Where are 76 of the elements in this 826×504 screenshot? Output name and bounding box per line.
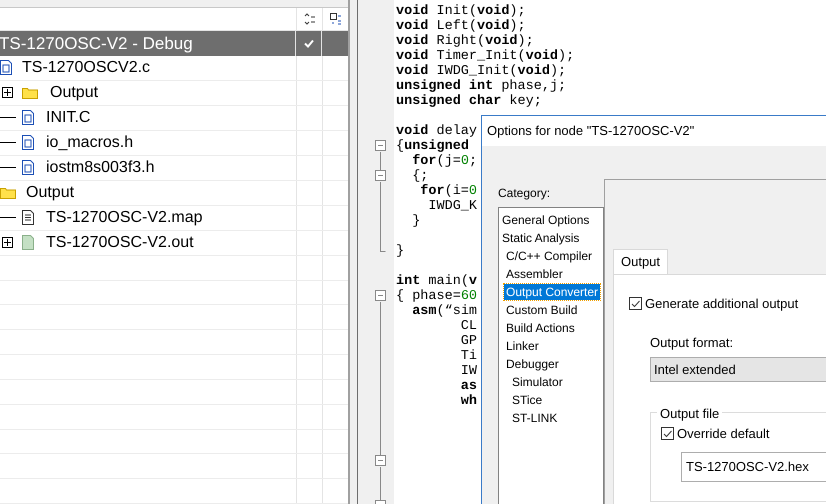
tree-item[interactable]: Output <box>26 180 74 205</box>
checkbox[interactable] <box>661 427 674 440</box>
format-dropdown[interactable]: Intel extended <box>650 357 826 382</box>
code-line: wh <box>460 394 478 409</box>
checkbox-label: Generate additional output <box>645 295 798 313</box>
tree-connector <box>0 117 16 118</box>
code-line: { phase=60 <box>395 289 478 304</box>
binary-file-icon <box>22 235 34 250</box>
dialog-title: Options for node "TS-1270OSC-V2" <box>487 122 694 140</box>
fold-guide-line <box>380 182 386 252</box>
source-file-icon <box>22 135 34 150</box>
code-line: {; <box>411 169 428 184</box>
expand-toggle[interactable] <box>2 87 13 98</box>
checkbox[interactable] <box>629 297 642 310</box>
tree-item[interactable]: INIT.C <box>46 106 90 130</box>
collapse-toggle[interactable] <box>375 290 386 301</box>
tree-connector <box>0 142 16 144</box>
options-icon[interactable] <box>330 12 342 25</box>
output-file-field[interactable]: TS-1270OSC-V2.hex <box>681 452 826 482</box>
fold-guide-line <box>380 467 381 500</box>
code-line: asm(“sim <box>411 304 478 319</box>
code-line: void Right(void); <box>395 34 534 49</box>
tree-connector <box>0 217 16 218</box>
code-line: void Timer_Init(void); <box>395 49 574 64</box>
field-label: Output format: <box>650 334 734 352</box>
code-line: void Init(void); <box>395 4 526 19</box>
tree-item[interactable]: TS-1270OSC-V2.out <box>46 230 194 255</box>
collapse-toggle[interactable] <box>375 170 386 181</box>
code-line: for(j=0; <box>411 154 478 169</box>
tree-item[interactable]: TS-1270OSCV2.c <box>22 56 150 80</box>
code-line: GP <box>460 334 478 349</box>
category-item[interactable]: Static Analysis <box>500 230 582 246</box>
document-icon <box>22 210 34 226</box>
code-line: IWDG_K <box>427 199 478 214</box>
code-line: IW <box>460 364 478 379</box>
expand-toggle[interactable] <box>2 237 13 248</box>
category-item[interactable]: Assembler <box>504 266 565 282</box>
checkbox-label: Override default <box>677 425 770 443</box>
tree-item[interactable]: TS-1270OSC-V2.map <box>46 206 203 230</box>
tab[interactable]: Output <box>613 249 668 274</box>
build-status-icon[interactable] <box>304 12 316 25</box>
source-file-icon <box>22 110 34 126</box>
category-item[interactable]: ST-LINK <box>510 410 560 426</box>
code-line: for(i=0 <box>419 184 478 199</box>
code-line: Ti <box>460 349 478 364</box>
tree-item[interactable]: iostm8s003f3.h <box>46 156 155 180</box>
category-item[interactable]: Linker <box>504 338 541 354</box>
category-item[interactable]: C/C++ Compiler <box>504 248 594 264</box>
folder-icon <box>22 86 38 100</box>
category-item[interactable]: General Options <box>500 212 592 228</box>
code-line: void IWDG_Init(void); <box>395 64 566 79</box>
code-line: CL <box>460 319 478 334</box>
category-item[interactable]: Simulator <box>510 374 565 390</box>
category-label: Category: <box>498 185 552 202</box>
code-line: unsigned char key; <box>395 94 542 109</box>
category-item[interactable]: Build Actions <box>504 320 577 336</box>
category-item[interactable]: Debugger <box>504 356 561 372</box>
code-line: void delay <box>395 124 478 139</box>
tree-item[interactable]: Output <box>50 80 98 105</box>
collapse-toggle[interactable] <box>375 455 386 466</box>
code-line: {unsigned <box>395 139 469 154</box>
code-line: int main(v <box>395 274 478 289</box>
folder-icon <box>0 186 16 200</box>
code-line: } <box>395 244 404 259</box>
category-item[interactable]: Output Converter <box>504 284 600 300</box>
code-line: } <box>411 214 420 229</box>
category-item[interactable]: Custom Build <box>504 302 580 318</box>
code-line: as <box>460 379 478 394</box>
code-line: void Left(void); <box>395 19 526 34</box>
collapse-toggle[interactable] <box>375 140 386 151</box>
category-item[interactable]: STice <box>510 392 544 408</box>
tree-item[interactable]: io_macros.h <box>46 130 134 155</box>
code-line: unsigned int phase,j; <box>395 79 566 94</box>
source-file-icon <box>22 160 34 176</box>
tree-connector <box>0 167 16 168</box>
fold-guide-line <box>380 152 381 170</box>
